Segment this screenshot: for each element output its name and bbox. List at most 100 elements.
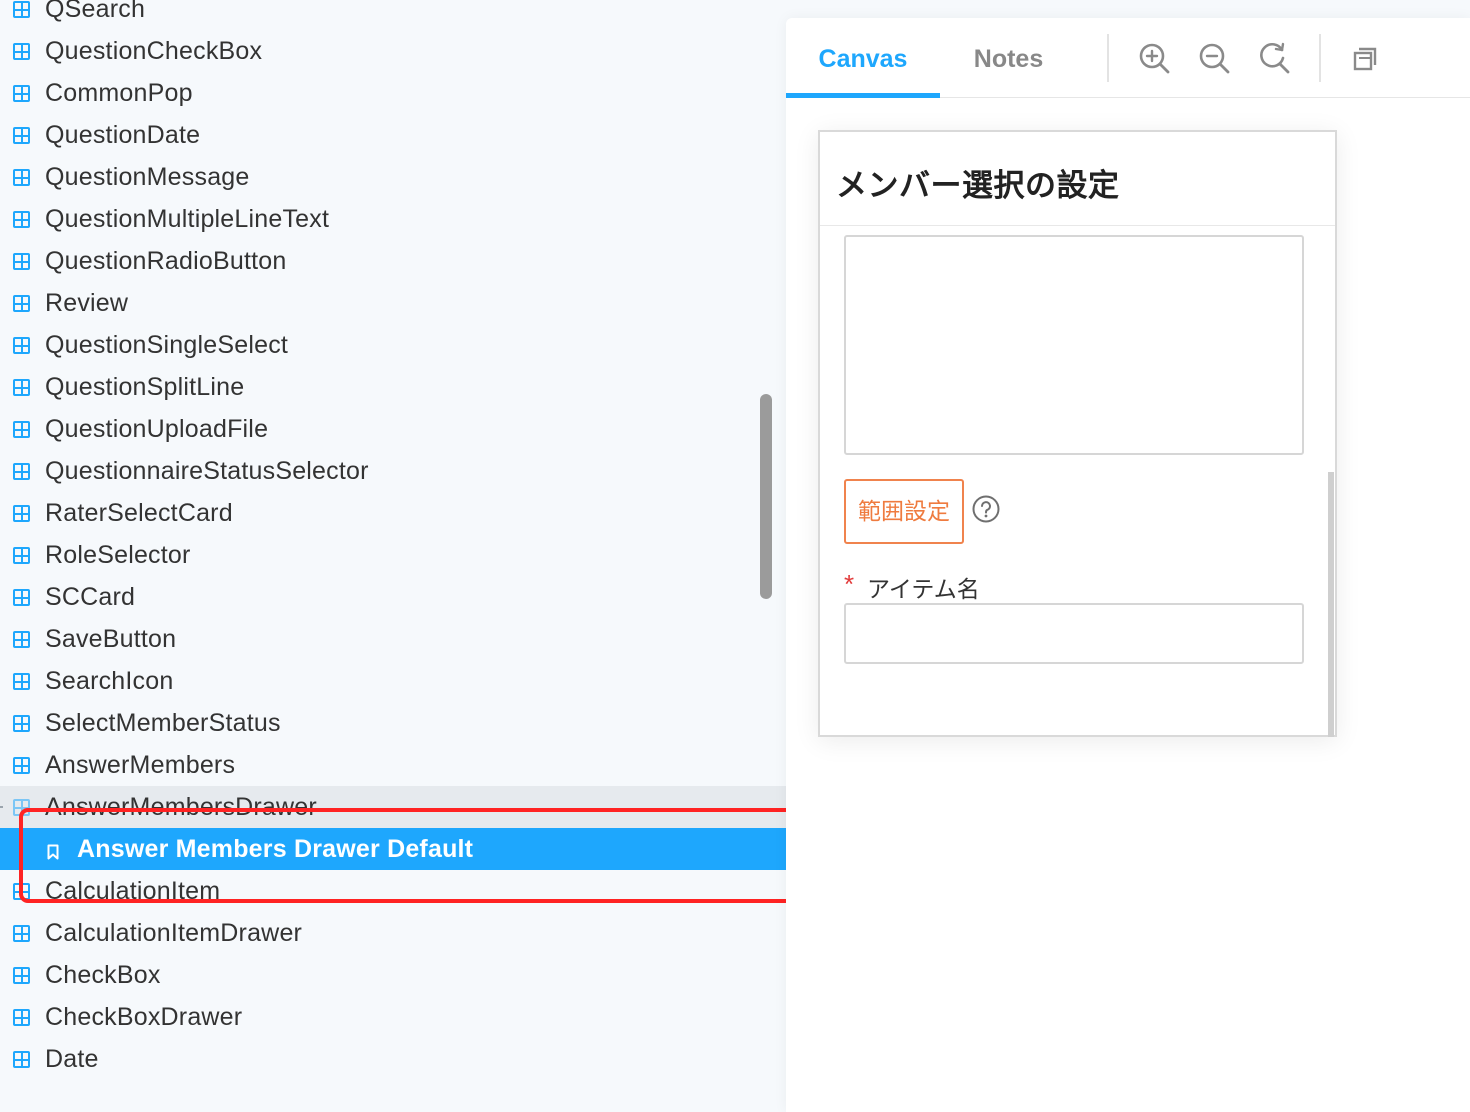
component-grid-icon [13, 463, 30, 480]
tab-canvas[interactable]: Canvas [786, 18, 940, 98]
component-grid-icon [13, 631, 30, 648]
component-grid-icon [13, 757, 30, 774]
sidebar-item-label: QuestionMessage [45, 163, 250, 191]
sidebar-component-item[interactable]: AnswerMembers [0, 744, 786, 786]
sidebar-component-item[interactable]: QuestionMultipleLineText [0, 198, 786, 240]
bookmark-icon [47, 844, 59, 860]
component-grid-icon [13, 925, 30, 942]
component-grid-icon [13, 85, 30, 102]
sidebar-component-item[interactable]: QuestionDate [0, 114, 786, 156]
sidebar-item-label: QuestionCheckBox [45, 37, 263, 65]
sidebar-component-item[interactable]: AnswerMembersDrawer [0, 786, 786, 828]
component-grid-icon [13, 505, 30, 522]
sidebar-item-label: QuestionRadioButton [45, 247, 287, 275]
sidebar-component-item[interactable]: QuestionMessage [0, 156, 786, 198]
expand-caret-icon[interactable] [0, 806, 3, 808]
sidebar-item-label: SCCard [45, 583, 136, 611]
component-grid-icon [13, 211, 30, 228]
component-grid-icon [13, 1, 30, 18]
sidebar-item-label: Date [45, 1045, 99, 1073]
sidebar-item-label: CalculationItem [45, 877, 221, 905]
sidebar-item-label: RaterSelectCard [45, 499, 233, 527]
sidebar-scrollbar[interactable] [760, 394, 772, 599]
component-grid-icon [13, 883, 30, 900]
layout-icon[interactable] [1348, 40, 1384, 76]
reset-zoom-icon[interactable] [1256, 40, 1292, 76]
sidebar: QSearch QuestionCheckBox CommonPop Question… [0, 0, 786, 1112]
sidebar-item-label: RoleSelector [45, 541, 191, 569]
sidebar-item-label: QuestionSplitLine [45, 373, 245, 401]
drawer-title: メンバー選択の設定 [836, 168, 1120, 203]
component-grid-icon [13, 1009, 30, 1026]
sidebar-component-item[interactable]: QuestionSingleSelect [0, 324, 786, 366]
sidebar-component-item[interactable]: SaveButton [0, 618, 786, 660]
toolbar-divider [1107, 34, 1109, 82]
component-grid-icon [13, 169, 30, 186]
sidebar-item-label: AnswerMembers [45, 751, 236, 779]
sidebar-component-item[interactable]: Date [0, 1038, 786, 1080]
canvas-area: メンバー選択の設定 範囲設定 * アイテム名 [786, 98, 1470, 1112]
sidebar-item-label: CalculationItemDrawer [45, 919, 303, 947]
sidebar-item-label: QuestionnaireStatusSelector [45, 457, 369, 485]
tab-notes[interactable]: Notes [940, 18, 1077, 97]
member-selection-drawer: メンバー選択の設定 範囲設定 * アイテム名 [818, 130, 1337, 737]
member-list-box[interactable] [844, 235, 1304, 455]
sidebar-item-label: QuestionDate [45, 121, 201, 149]
sidebar-component-item[interactable]: SearchIcon [0, 660, 786, 702]
drawer-scrollbar[interactable] [1328, 472, 1334, 737]
sidebar-item-label: SearchIcon [45, 667, 174, 695]
sidebar-component-item[interactable]: QuestionnaireStatusSelector [0, 450, 786, 492]
sidebar-component-item[interactable]: SelectMemberStatus [0, 702, 786, 744]
component-grid-icon [13, 967, 30, 984]
sidebar-item-label: QSearch [45, 0, 146, 23]
sidebar-component-item[interactable]: RaterSelectCard [0, 492, 786, 534]
range-setting-button[interactable]: 範囲設定 [844, 479, 964, 544]
sidebar-component-item[interactable]: CommonPop [0, 72, 786, 114]
component-grid-icon [13, 673, 30, 690]
component-grid-icon [13, 43, 30, 60]
component-grid-icon [13, 799, 30, 816]
sidebar-component-item[interactable]: CheckBox [0, 954, 786, 996]
component-tree: QSearch QuestionCheckBox CommonPop Question… [0, 0, 786, 1080]
sidebar-component-item[interactable]: SCCard [0, 576, 786, 618]
sidebar-component-item[interactable]: QuestionUploadFile [0, 408, 786, 450]
item-name-input[interactable] [844, 603, 1304, 664]
sidebar-item-label: SaveButton [45, 625, 177, 653]
sidebar-component-item[interactable]: CheckBoxDrawer [0, 996, 786, 1038]
sidebar-component-item[interactable]: Review [0, 282, 786, 324]
item-name-label: アイテム名 [867, 576, 980, 602]
component-grid-icon [13, 421, 30, 438]
toolbar-divider [1319, 34, 1321, 82]
sidebar-item-label: AnswerMembersDrawer [45, 793, 317, 821]
sidebar-item-label: QuestionMultipleLineText [45, 205, 330, 233]
sidebar-component-item[interactable]: QuestionRadioButton [0, 240, 786, 282]
sidebar-item-label: Review [45, 289, 129, 317]
question-circle-icon[interactable] [971, 494, 1001, 524]
component-grid-icon [13, 253, 30, 270]
sidebar-component-item[interactable]: CalculationItem [0, 870, 786, 912]
sidebar-item-label: Answer Members Drawer Default [77, 835, 474, 863]
preview-panel: Canvas Notes メンバー選択の設定 範囲設定 * アイテム名 [786, 18, 1470, 1112]
sidebar-item-label: QuestionSingleSelect [45, 331, 289, 359]
zoom-out-icon[interactable] [1196, 40, 1232, 76]
component-grid-icon [13, 547, 30, 564]
component-grid-icon [13, 337, 30, 354]
zoom-in-icon[interactable] [1136, 40, 1172, 76]
sidebar-component-item[interactable]: CalculationItemDrawer [0, 912, 786, 954]
component-grid-icon [13, 589, 30, 606]
sidebar-item-label: CheckBoxDrawer [45, 1003, 243, 1031]
component-grid-icon [13, 1051, 30, 1068]
sidebar-item-label: CommonPop [45, 79, 193, 107]
sidebar-component-item[interactable]: RoleSelector [0, 534, 786, 576]
component-grid-icon [13, 127, 30, 144]
sidebar-story-item[interactable]: Answer Members Drawer Default [0, 828, 786, 870]
sidebar-item-label: QuestionUploadFile [45, 415, 269, 443]
sidebar-component-item[interactable]: QuestionCheckBox [0, 30, 786, 72]
sidebar-component-item[interactable]: QSearch [0, 0, 786, 30]
preview-toolbar: Canvas Notes [786, 18, 1470, 98]
sidebar-component-item[interactable]: QuestionSplitLine [0, 366, 786, 408]
component-grid-icon [13, 715, 30, 732]
required-mark: * [844, 569, 855, 599]
sidebar-item-label: CheckBox [45, 961, 161, 989]
component-grid-icon [13, 295, 30, 312]
